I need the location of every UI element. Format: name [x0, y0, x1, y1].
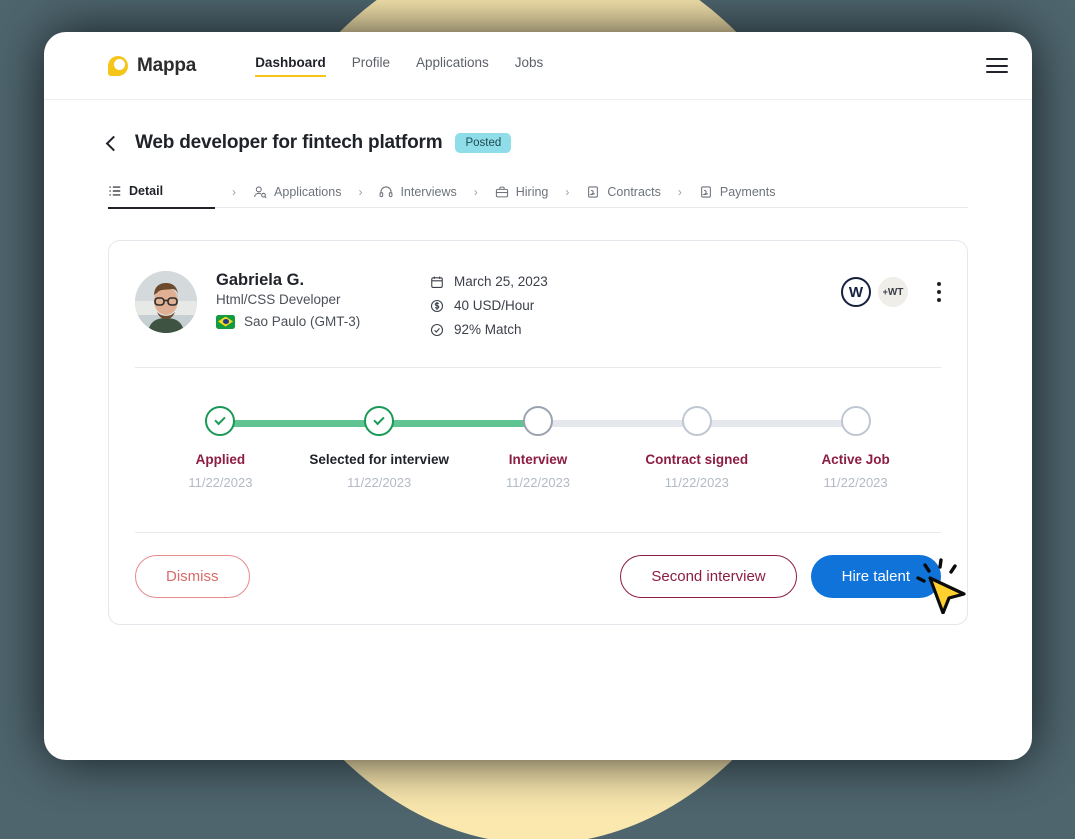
breadcrumb-separator: ›	[232, 185, 237, 199]
check-icon	[214, 413, 227, 426]
step-label: Selected for interview	[309, 452, 449, 467]
check-circle-icon	[430, 323, 444, 336]
status-badge: Posted	[455, 133, 512, 153]
brazil-flag-icon	[216, 314, 235, 329]
stepper-step-applied[interactable]: Applied 11/22/2023	[141, 406, 300, 502]
step-dot-pending	[681, 406, 712, 436]
card-actions: Dismiss Second interview Hire talent	[135, 555, 941, 598]
hamburger-menu-icon[interactable]	[986, 58, 1008, 73]
briefcase-icon	[495, 186, 508, 198]
fact-text: 40 USD/Hour	[454, 298, 535, 313]
contract-document-icon	[588, 186, 599, 198]
stepper-step-active-job[interactable]: Active Job 11/22/2023	[776, 406, 935, 502]
step-dot-current	[522, 406, 553, 436]
candidate-avatar	[135, 271, 197, 333]
stepper-step-contract-signed[interactable]: Contract signed 11/22/2023	[617, 406, 776, 502]
person-search-icon	[254, 186, 267, 199]
breadcrumb-separator: ›	[473, 185, 478, 199]
volkswagen-logo-text: W	[848, 283, 864, 301]
breadcrumb-step-payments[interactable]: Payments	[699, 185, 776, 208]
candidate-role: Html/CSS Developer	[216, 292, 341, 307]
list-detail-icon	[109, 186, 121, 196]
breadcrumb: Detail › Applications › Interviews › Hir…	[108, 184, 968, 209]
nav-link-dashboard[interactable]: Dashboard	[255, 55, 326, 77]
breadcrumb-separator: ›	[677, 185, 682, 199]
step-label: Contract signed	[645, 452, 749, 467]
step-date: 11/22/2023	[505, 475, 571, 490]
candidate-identity: Gabriela G. Html/CSS Developer Sao Paulo…	[216, 271, 412, 329]
payment-document-icon	[700, 186, 711, 198]
dismiss-button[interactable]: Dismiss	[135, 555, 250, 598]
step-label: Active Job	[821, 452, 890, 467]
app-window: Mappa Dashboard Profile Applications Job…	[44, 32, 1032, 760]
company-logos: W + WT	[841, 271, 941, 307]
fact-text: 92% Match	[454, 322, 522, 337]
step-dot-complete	[205, 406, 236, 436]
volkswagen-logo-icon: W	[841, 277, 871, 307]
breadcrumb-label: Applications	[274, 185, 342, 199]
step-label: Interview	[508, 452, 568, 467]
fact-text: March 25, 2023	[454, 274, 548, 289]
step-date: 11/22/2023	[188, 475, 253, 490]
calendar-icon	[431, 276, 443, 288]
wt-logo-text: WT	[887, 286, 904, 298]
breadcrumb-label: Hiring	[515, 185, 549, 199]
step-date: 11/22/2023	[347, 475, 412, 490]
breadcrumb-step-interviews[interactable]: Interviews	[379, 185, 457, 208]
dollar-circle-icon	[430, 299, 444, 312]
breadcrumb-step-applications[interactable]: Applications	[253, 185, 341, 208]
second-interview-button[interactable]: Second interview	[620, 555, 797, 598]
wt-logo-icon: + WT	[878, 277, 908, 307]
fact-rate: 40 USD/Hour	[430, 298, 548, 313]
kebab-menu-icon[interactable]	[937, 282, 941, 302]
page-title: Web developer for fintech platform	[135, 132, 443, 153]
nav-link-profile[interactable]: Profile	[352, 55, 390, 77]
top-navbar: Mappa Dashboard Profile Applications Job…	[44, 32, 1032, 100]
brand-name: Mappa	[137, 54, 197, 76]
breadcrumb-label: Payments	[719, 185, 776, 199]
candidate-name: Gabriela G.	[216, 271, 305, 289]
candidate-card: Gabriela G. Html/CSS Developer Sao Paulo…	[108, 240, 968, 625]
candidate-location-label: Sao Paulo (GMT-3)	[244, 314, 361, 329]
candidate-location: Sao Paulo (GMT-3)	[216, 314, 412, 329]
breadcrumb-step-detail[interactable]: Detail	[108, 184, 216, 209]
check-icon	[373, 413, 385, 426]
stepper-step-interview[interactable]: Interview 11/22/2023	[459, 406, 618, 502]
step-dot-pending	[840, 406, 871, 436]
chevron-left-icon[interactable]	[105, 135, 122, 151]
breadcrumb-separator: ›	[358, 185, 363, 199]
page-header: Web developer for fintech platform Poste…	[105, 132, 968, 154]
breadcrumb-step-contracts[interactable]: Contracts	[586, 185, 661, 208]
breadcrumb-label: Contracts	[607, 185, 661, 199]
fact-start-date: March 25, 2023	[430, 274, 548, 289]
fact-match: 92% Match	[430, 322, 548, 337]
step-label: Applied	[195, 452, 246, 467]
card-divider-bottom	[135, 532, 941, 533]
step-date: 11/22/2023	[823, 475, 888, 490]
primary-nav: Dashboard Profile Applications Jobs	[255, 55, 543, 77]
page-body: Web developer for fintech platform Poste…	[44, 100, 1032, 625]
candidate-summary: Gabriela G. Html/CSS Developer Sao Paulo…	[135, 271, 941, 337]
mappa-logo-icon	[108, 55, 128, 76]
hire-talent-button[interactable]: Hire talent	[810, 555, 941, 598]
card-divider-top	[135, 367, 941, 368]
breadcrumb-label: Interviews	[400, 185, 457, 199]
stepper-nodes: Applied 11/22/2023 Selected for intervie…	[141, 406, 935, 502]
nav-link-applications[interactable]: Applications	[416, 55, 489, 77]
stepper-step-selected-for-interview[interactable]: Selected for interview 11/22/2023	[300, 406, 459, 502]
step-dot-complete	[364, 406, 395, 436]
breadcrumb-step-hiring[interactable]: Hiring	[495, 185, 549, 208]
hiring-progress-stepper: Applied 11/22/2023 Selected for intervie…	[141, 406, 935, 502]
brand[interactable]: Mappa	[108, 55, 196, 77]
headset-icon	[379, 186, 393, 198]
step-date: 11/22/2023	[664, 475, 729, 490]
nav-link-jobs[interactable]: Jobs	[515, 55, 544, 77]
breadcrumb-label: Detail	[129, 184, 164, 198]
job-facts: March 25, 2023 40 USD/Hour 92% Match	[430, 271, 548, 337]
breadcrumb-separator: ›	[565, 185, 570, 199]
